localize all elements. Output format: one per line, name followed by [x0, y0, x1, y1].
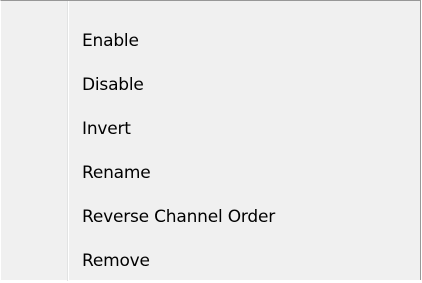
menu-item-invert[interactable]: Invert: [1, 107, 420, 151]
menu-item-label: Reverse Channel Order: [82, 207, 276, 227]
menu-item-enable[interactable]: Enable: [1, 19, 420, 63]
menu-item-remove[interactable]: Remove: [1, 239, 420, 283]
context-menu: Enable Disable Invert Rename Reverse Cha…: [0, 0, 421, 283]
menu-item-rename[interactable]: Rename: [1, 151, 420, 195]
menu-item-reverse-channel-order[interactable]: Reverse Channel Order: [1, 195, 420, 239]
menu-item-label: Enable: [82, 31, 139, 51]
menu-item-label: Invert: [82, 119, 131, 139]
menu-item-label: Disable: [82, 75, 144, 95]
menu-item-label: Remove: [82, 251, 150, 271]
menu-item-label: Rename: [82, 163, 151, 183]
menu-item-disable[interactable]: Disable: [1, 63, 420, 107]
